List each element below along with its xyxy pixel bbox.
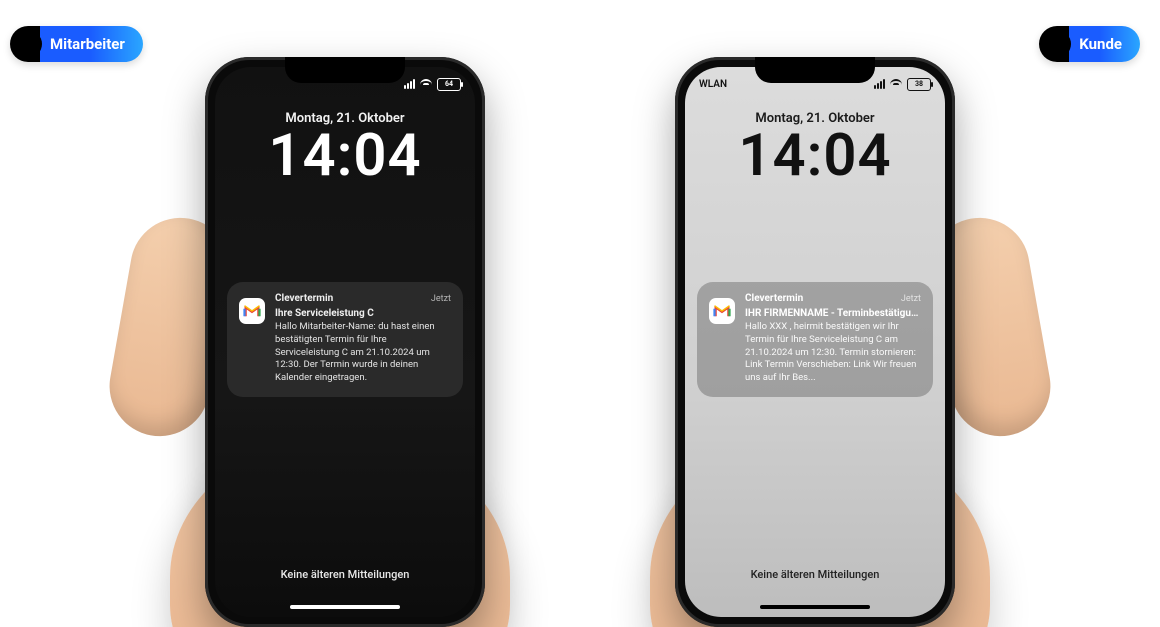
battery-icon: 38 <box>907 78 931 91</box>
notification-body: Clevertermin Jetzt IHR FIRMENNAME - Term… <box>745 292 921 385</box>
lockscreen-customer: WLAN 38 Montag, 21. Oktober 14:04 <box>685 67 945 617</box>
lockscreen-time: 14:04 <box>685 122 945 190</box>
battery-level: 64 <box>445 80 453 88</box>
gmail-icon <box>239 298 265 324</box>
tag-dot <box>1043 30 1071 58</box>
tag-mitarbeiter: Mitarbeiter <box>10 26 143 62</box>
no-older-notifications: Keine älteren Mitteilungen <box>685 568 945 581</box>
notification-card[interactable]: Clevertermin Jetzt Ihre Serviceleistung … <box>227 282 463 397</box>
lockscreen-date: Montag, 21. Oktober <box>685 111 945 126</box>
phone-customer: WLAN 38 Montag, 21. Oktober 14:04 <box>675 57 955 627</box>
notification-title: Ihre Serviceleistung C <box>275 307 451 321</box>
home-indicator[interactable] <box>290 605 400 609</box>
phone-notch <box>755 57 875 83</box>
notification-card[interactable]: Clevertermin Jetzt IHR FIRMENNAME - Term… <box>697 282 933 397</box>
gmail-icon <box>709 298 735 324</box>
notification-title: IHR FIRMENNAME - Terminbestätigung - Ih.… <box>745 307 921 321</box>
notification-time: Jetzt <box>431 293 451 305</box>
tag-label: Kunde <box>1079 35 1122 53</box>
wifi-icon <box>420 79 432 89</box>
tag-dot <box>14 30 42 58</box>
status-right: 64 <box>404 78 461 91</box>
notification-app: Clevertermin <box>275 292 333 306</box>
signal-icon <box>874 79 885 89</box>
home-indicator[interactable] <box>760 605 870 609</box>
battery-icon: 64 <box>437 78 461 91</box>
lockscreen-date: Montag, 21. Oktober <box>215 111 475 126</box>
notification-time: Jetzt <box>901 293 921 305</box>
comparison-stage: Mitarbeiter Kunde 64 Montag <box>0 0 1160 627</box>
battery-level: 38 <box>915 80 923 88</box>
phone-employee: 64 Montag, 21. Oktober 14:04 Clevertermi… <box>205 57 485 627</box>
phone-notch <box>285 57 405 83</box>
status-carrier: WLAN <box>699 79 759 90</box>
notification-body: Clevertermin Jetzt Ihre Serviceleistung … <box>275 292 451 385</box>
wifi-icon <box>890 79 902 89</box>
no-older-notifications: Keine älteren Mitteilungen <box>215 568 475 581</box>
tag-label: Mitarbeiter <box>50 35 125 53</box>
notification-app: Clevertermin <box>745 292 803 306</box>
notification-message: Hallo Mitarbeiter-Name: du hast einen be… <box>275 321 451 385</box>
signal-icon <box>404 79 415 89</box>
lockscreen-time: 14:04 <box>215 122 475 190</box>
notification-message: Hallo XXX , heirmit bestätigen wir Ihr T… <box>745 321 921 385</box>
lockscreen-employee: 64 Montag, 21. Oktober 14:04 Clevertermi… <box>215 67 475 617</box>
hand-holding-phone-customer: WLAN 38 Montag, 21. Oktober 14:04 <box>600 47 1030 627</box>
tag-kunde: Kunde <box>1039 26 1140 62</box>
status-right: 38 <box>874 78 931 91</box>
hand-holding-phone-employee: 64 Montag, 21. Oktober 14:04 Clevertermi… <box>130 47 560 627</box>
